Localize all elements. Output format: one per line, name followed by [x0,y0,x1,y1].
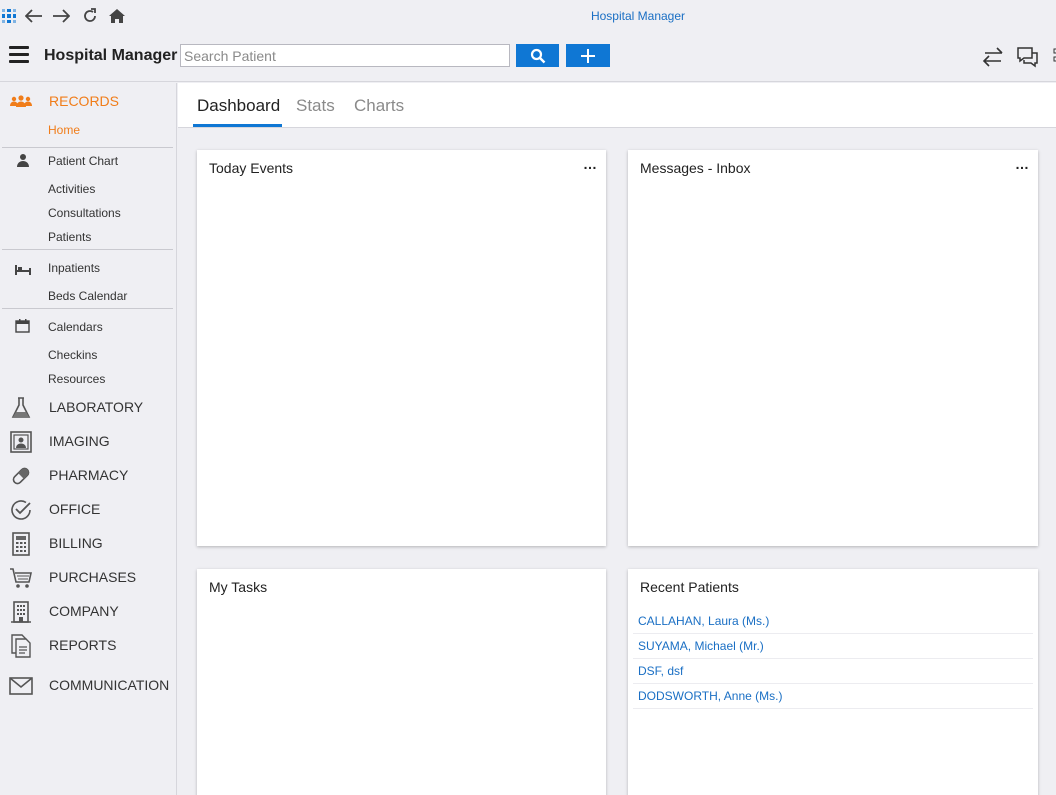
sidebar-section-company[interactable]: COMPANY [0,598,177,624]
panel-title: My Tasks [209,579,268,595]
building-icon [9,600,33,624]
divider [2,147,173,148]
people-icon [9,90,33,114]
toolbar: Hospital Manager [0,32,1056,82]
cart-icon [9,566,33,590]
list-item[interactable]: DSF, dsf [633,659,1033,684]
plus-icon [581,48,595,63]
today-events-panel: Today Events … [197,150,606,546]
sidebar-item-patient-chart[interactable]: Patient Chart [48,154,118,168]
sidebar-item-checkins[interactable]: Checkins [48,348,97,362]
sidebar-item-resources[interactable]: Resources [48,372,105,386]
chat-icon[interactable] [1016,46,1040,68]
bed-icon [15,262,31,276]
app-name: Hospital Manager [44,47,178,64]
pill-icon [9,464,33,488]
recent-patients-panel: Recent Patients CALLAHAN, Laura (Ms.) SU… [628,569,1038,795]
more-icon[interactable] [1050,46,1056,68]
list-item[interactable]: SUYAMA, Michael (Mr.) [633,634,1033,659]
person-icon [15,153,31,167]
sidebar-item-beds-calendar[interactable]: Beds Calendar [48,289,127,303]
sidebar-section-label: COMPANY [49,603,119,619]
panel-menu-icon[interactable]: … [583,156,597,172]
sidebar-section-billing[interactable]: BILLING [0,530,177,556]
tab-bar: Dashboard Stats Charts [178,83,1056,128]
sidebar-item-consultations[interactable]: Consultations [48,206,121,220]
sidebar-section-communication[interactable]: COMMUNICATION [0,672,177,698]
sidebar: RECORDS Home Patient Chart Activities Co… [0,83,177,795]
sidebar-section-office[interactable]: OFFICE [0,496,177,522]
sidebar-section-purchases[interactable]: PURCHASES [0,564,177,590]
swap-icon[interactable] [981,46,1005,68]
main-content: Dashboard Stats Charts Today Events … Me… [178,83,1056,795]
divider [2,308,173,309]
window-title: Hospital Manager [590,9,686,23]
calendar-icon [15,319,31,333]
sidebar-section-label: REPORTS [49,637,117,653]
panel-menu-icon[interactable]: … [1015,156,1029,172]
envelope-icon [9,674,33,698]
sidebar-section-label: PHARMACY [49,467,129,483]
search-icon [530,48,545,63]
sidebar-section-label: RECORDS [49,93,120,109]
sidebar-section-laboratory[interactable]: LABORATORY [0,394,177,420]
flask-icon [9,396,33,420]
sidebar-section-label: COMMUNICATION [49,677,170,693]
panel-title: Today Events [209,160,294,176]
tab-dashboard[interactable]: Dashboard [197,96,280,116]
recent-patients-list: CALLAHAN, Laura (Ms.) SUYAMA, Michael (M… [633,609,1033,709]
calculator-icon [9,532,33,556]
sidebar-section-label: PURCHASES [49,569,137,585]
sidebar-section-label: LABORATORY [49,399,144,415]
tab-charts[interactable]: Charts [354,96,404,116]
divider [2,249,173,250]
sidebar-section-label: IMAGING [49,433,110,449]
list-item[interactable]: DODSWORTH, Anne (Ms.) [633,684,1033,709]
sidebar-item-patients[interactable]: Patients [48,230,91,244]
sidebar-item-home[interactable]: Home [48,123,80,137]
sidebar-section-pharmacy[interactable]: PHARMACY [0,462,177,488]
search-patient-input[interactable] [180,44,510,67]
hamburger-menu-icon[interactable] [9,46,29,64]
add-button[interactable] [566,44,610,67]
document-icon [9,634,33,658]
check-circle-icon [9,498,33,522]
sidebar-section-reports[interactable]: REPORTS [0,632,177,658]
sidebar-section-label: BILLING [49,535,103,551]
sidebar-section-label: OFFICE [49,501,101,517]
messages-inbox-panel: Messages - Inbox … [628,150,1038,546]
sidebar-section-records[interactable]: RECORDS [0,88,177,114]
panel-title: Messages - Inbox [640,160,751,176]
sidebar-item-inpatients[interactable]: Inpatients [48,261,100,275]
tab-stats[interactable]: Stats [296,96,335,116]
list-item[interactable]: CALLAHAN, Laura (Ms.) [633,609,1033,634]
sidebar-section-imaging[interactable]: IMAGING [0,428,177,454]
sidebar-item-activities[interactable]: Activities [48,182,95,196]
panel-title: Recent Patients [640,579,739,595]
search-button[interactable] [516,44,559,67]
my-tasks-panel: My Tasks [197,569,606,795]
sidebar-item-calendars[interactable]: Calendars [48,320,103,334]
title-bar: Hospital Manager [0,0,1056,32]
active-tab-indicator [193,124,282,127]
imaging-icon [9,430,33,454]
